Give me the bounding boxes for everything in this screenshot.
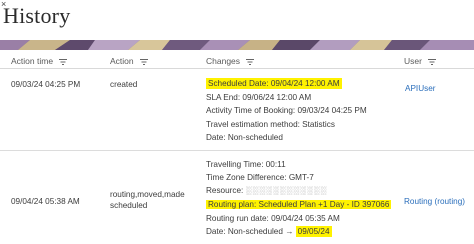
filter-icon[interactable]	[59, 58, 68, 65]
highlighted-change: Scheduled Date: 09/04/24 12:00 AM	[206, 78, 342, 89]
highlighted-change: Routing plan: Scheduled Plan +1 Day - ID…	[206, 200, 392, 209]
change-line: Routing plan: Scheduled Plan +1 Day - ID…	[206, 199, 392, 210]
column-header-user[interactable]: User	[404, 56, 437, 66]
column-header-label: Action	[110, 56, 134, 66]
change-text: Date: Non-scheduled →	[206, 227, 296, 236]
change-line: Date: Non-scheduled	[206, 133, 283, 142]
column-header-label: Changes	[206, 56, 241, 66]
redacted-value: ░░░░░░░░░░░░	[245, 186, 328, 195]
column-header-action-time[interactable]: Action time	[11, 56, 68, 66]
table-header: Action time Action Changes User	[0, 50, 474, 69]
row-action-time: 09/03/24 04:25 PM	[11, 80, 81, 89]
row-divider	[0, 150, 474, 151]
column-header-action[interactable]: Action	[110, 56, 148, 66]
change-line: Travelling Time: 00:11	[206, 160, 286, 169]
filter-icon[interactable]	[428, 58, 437, 65]
change-line: Scheduled Date: 09/04/24 12:00 AM	[206, 78, 342, 89]
row-action-line: routing,moved,made	[110, 190, 185, 199]
filter-icon[interactable]	[246, 58, 255, 65]
row-action: created	[110, 80, 138, 89]
change-line: Date: Non-scheduled → 09/05/24	[206, 226, 332, 237]
row-action-line: scheduled	[110, 201, 148, 210]
banner-decoration	[0, 40, 474, 50]
column-header-changes[interactable]: Changes	[206, 56, 255, 66]
highlighted-date: 09/05/24	[295, 226, 332, 237]
column-header-label: User	[404, 56, 422, 66]
filter-icon[interactable]	[140, 58, 148, 65]
row-action-time: 09/04/24 05:38 AM	[11, 197, 80, 206]
user-link[interactable]: APIUser	[405, 84, 435, 93]
change-line: SLA End: 09/06/24 12:00 AM	[206, 93, 312, 102]
change-label: Resource:	[206, 186, 244, 195]
user-link[interactable]: Routing (routing)	[404, 197, 465, 206]
change-line: Resource: ░░░░░░░░░░░░	[206, 185, 327, 196]
change-line: Travel estimation method: Statistics	[206, 120, 335, 129]
change-line: Activity Time of Booking: 09/03/24 04:25…	[206, 106, 367, 115]
change-line: Time Zone Difference: GMT-7	[206, 173, 314, 182]
banner-pattern	[0, 40, 474, 50]
column-header-label: Action time	[11, 56, 54, 66]
page-title: History	[3, 3, 71, 28]
change-line: Routing run date: 09/04/24 05:35 AM	[206, 214, 340, 223]
